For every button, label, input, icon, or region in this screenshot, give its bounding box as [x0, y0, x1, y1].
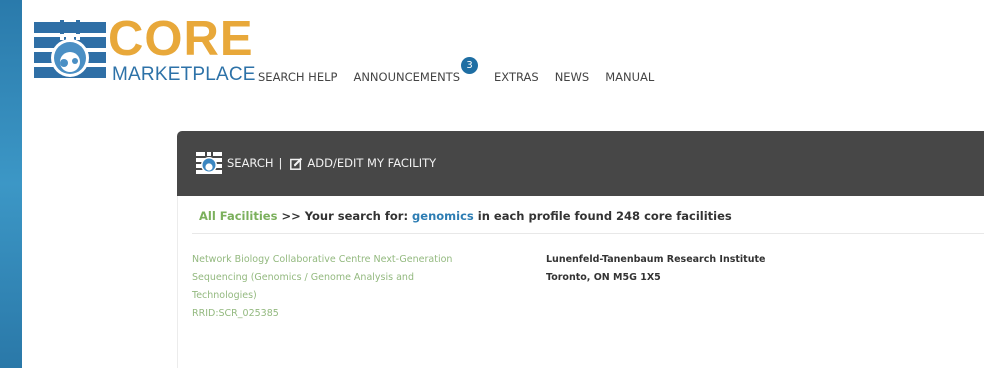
facility-institution-block: Lunenfeld-Tanenbaum Research Institute T… [546, 251, 765, 287]
announcements-count-badge: 3 [461, 57, 479, 74]
main-nav: SEARCH HELP ANNOUNCEMENTS 3 EXTRAS NEWS … [258, 57, 670, 84]
search-term: genomics [412, 209, 474, 223]
facility-name-link[interactable]: Network Biology Collaborative Centre Nex… [192, 251, 462, 323]
nav-item-extras[interactable]: EXTRAS [494, 70, 539, 84]
background-stripe [0, 0, 22, 368]
facility-rrid: RRID:SCR_025385 [192, 308, 279, 319]
results-text-after: in each profile found 248 core facilitie… [473, 209, 732, 223]
results-divider [192, 233, 984, 234]
nav-item-announcements[interactable]: ANNOUNCEMENTS 3 [353, 57, 479, 84]
facility-institution: Lunenfeld-Tanenbaum Research Institute [546, 254, 766, 265]
results-text-before: >> Your search for: [277, 209, 413, 223]
results-area: All Facilities >> Your search for: genom… [177, 196, 984, 368]
nav-item-announcements-label: ANNOUNCEMENTS [353, 70, 461, 84]
logo-core-text: CORE [108, 12, 254, 66]
site-logo[interactable]: CORE MARKETPLACE [34, 15, 256, 90]
results-summary: All Facilities >> Your search for: genom… [199, 209, 732, 223]
page-panel: CORE MARKETPLACE SEARCH HELP ANNOUNCEMEN… [22, 0, 984, 368]
toolbar-separator: | [278, 156, 283, 170]
toolbar-links: SEARCH | ADD/EDIT MY FACILITY [196, 151, 436, 175]
edit-square-icon [290, 157, 303, 170]
nav-item-news[interactable]: NEWS [555, 70, 590, 84]
breadcrumb-all-facilities[interactable]: All Facilities [199, 209, 277, 223]
nav-item-search-help[interactable]: SEARCH HELP [258, 70, 337, 84]
facility-location: Toronto, ON M5G 1X5 [546, 272, 661, 283]
logo-marketplace-text: MARKETPLACE [112, 64, 256, 85]
toolbar-search-link[interactable]: SEARCH [227, 156, 274, 170]
search-toolbar: SEARCH | ADD/EDIT MY FACILITY [177, 131, 984, 196]
core-marketplace-logo-icon [34, 20, 106, 78]
facility-name: Network Biology Collaborative Centre Nex… [192, 254, 453, 301]
core-marketplace-mini-icon[interactable] [196, 151, 222, 175]
toolbar-add-edit-facility-link[interactable]: ADD/EDIT MY FACILITY [307, 156, 436, 170]
nav-item-manual[interactable]: MANUAL [605, 70, 654, 84]
